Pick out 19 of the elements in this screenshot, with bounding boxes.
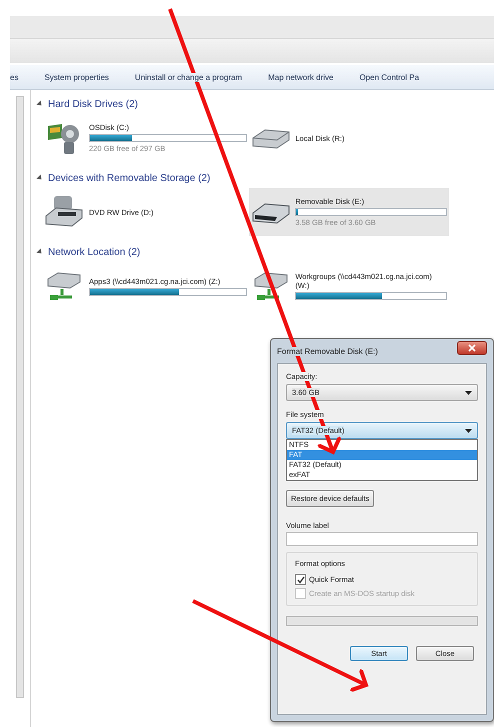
toolbar-button[interactable]: Uninstall or change a program	[134, 72, 242, 82]
checkbox[interactable]	[295, 574, 306, 585]
toolbar-button[interactable]: es	[10, 72, 18, 82]
close-button[interactable]	[457, 341, 487, 355]
close-icon	[468, 344, 476, 352]
group-heading: Hard Disk Drives (2)	[48, 98, 138, 110]
dropdown-arrow-icon	[465, 390, 472, 394]
dropdown-arrow-icon	[465, 428, 472, 432]
toolbar-button[interactable]: Map network drive	[268, 72, 334, 82]
volume-label-field[interactable]	[286, 532, 478, 546]
expand-triangle-icon[interactable]	[36, 100, 44, 108]
expand-triangle-icon[interactable]	[36, 248, 44, 256]
toolbar-button[interactable]: Open Control Pa	[359, 72, 420, 82]
scrollbar[interactable]	[16, 96, 24, 698]
dialog-title: Format Removable Disk (E:)	[277, 346, 378, 356]
expand-triangle-icon[interactable]	[36, 174, 44, 182]
group-heading: Devices with Removable Storage (2)	[48, 172, 210, 184]
group-heading: Network Location (2)	[48, 246, 140, 258]
toolbar-button[interactable]: System properties	[44, 72, 109, 82]
